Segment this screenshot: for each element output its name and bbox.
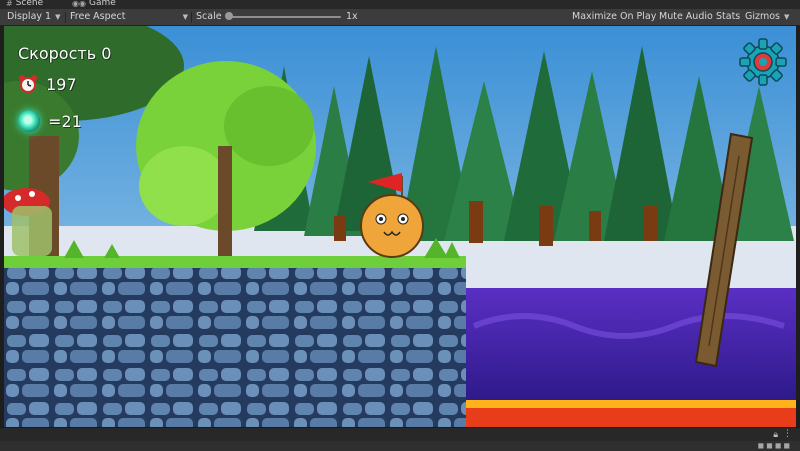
scale-value: 1x [346, 11, 358, 22]
aspect-dropdown[interactable]: Free Aspect ▼ [70, 9, 188, 25]
tab-scene[interactable]: # Scene [6, 0, 43, 8]
stone-platform [4, 264, 466, 427]
gem-counter: =21 [18, 110, 82, 132]
purple-water [466, 288, 796, 400]
dropdown-arrow-icon: ▼ [55, 13, 61, 21]
gamepad-icon: ◉◉ [72, 0, 86, 8]
settings-gear-button[interactable] [737, 36, 789, 88]
hash-icon: # [6, 0, 13, 8]
status-icons: ◼◼◼◼ [757, 441, 792, 450]
timer-counter: 197 [18, 74, 77, 94]
toolbar-divider [191, 12, 192, 23]
alarm-clock-icon [18, 74, 38, 94]
player-ball [360, 194, 424, 258]
tab-scene-label: Scene [15, 0, 44, 8]
aspect-label: Free Aspect [70, 11, 126, 22]
stats-toggle[interactable]: Stats [716, 9, 740, 25]
more-menu-icon[interactable]: ⋮ [783, 429, 792, 439]
game-view-toolbar: Display 1 ▼ Free Aspect ▼ Scale 1x Maximiz… [0, 9, 800, 26]
lock-icon[interactable]: 🔒︎ [773, 430, 778, 440]
game-scene [4, 26, 796, 427]
editor-bottom-bar: 🔒︎ ⋮ ◼◼◼◼ [0, 427, 800, 451]
gear-icon [739, 38, 787, 86]
scale-slider[interactable] [228, 16, 341, 18]
tab-game-label: Game [88, 0, 116, 8]
toolbar-divider [65, 12, 66, 23]
dropdown-arrow-icon: ▼ [784, 13, 790, 21]
display-dropdown[interactable]: Display 1 ▼ [7, 9, 60, 25]
scale-slider-handle[interactable] [225, 12, 233, 20]
editor-tab-strip: # Scene ◉◉ Game [0, 0, 800, 9]
dropdown-arrow-icon: ▼ [182, 13, 188, 21]
display-label: Display 1 [7, 11, 52, 22]
game-viewport[interactable]: Скорость 0 197 =21 [4, 26, 796, 427]
tab-game[interactable]: ◉◉ Game [72, 0, 116, 8]
gizmos-label: Gizmos [745, 11, 781, 22]
gizmos-dropdown[interactable]: Gizmos ▼ [745, 9, 789, 25]
mute-audio-toggle[interactable]: Mute Audio [659, 9, 713, 25]
maximize-on-play-toggle[interactable]: Maximize On Play [572, 9, 656, 25]
gem-count-value: =21 [48, 111, 82, 131]
timer-value: 197 [46, 74, 77, 94]
scale-label: Scale [196, 11, 222, 22]
glowing-orb-icon [18, 110, 40, 132]
speed-label: Скорость 0 [18, 44, 112, 63]
